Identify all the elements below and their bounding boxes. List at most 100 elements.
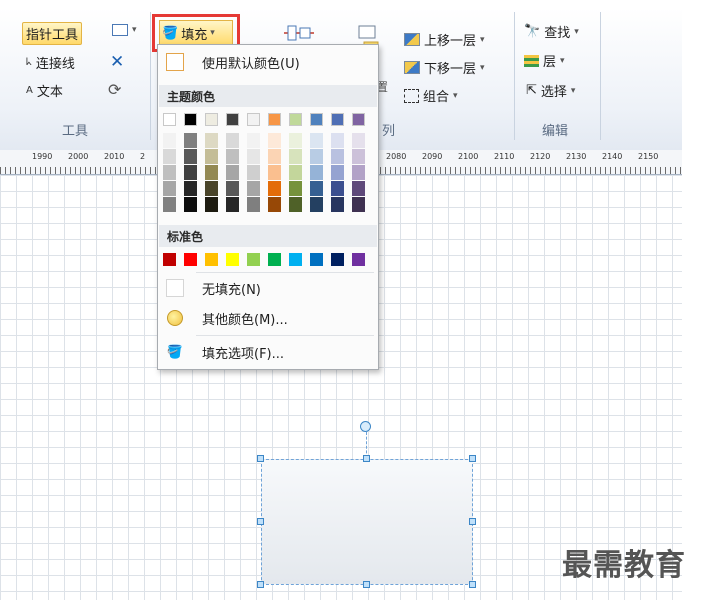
theme-shade-swatch[interactable] — [205, 181, 218, 196]
resize-handle-s[interactable] — [363, 581, 370, 588]
resize-handle-e[interactable] — [469, 518, 476, 525]
theme-shade-swatch[interactable] — [184, 165, 197, 180]
standard-color-swatch[interactable] — [205, 253, 218, 266]
connector-button[interactable]: ᖾ 连接线 — [26, 53, 75, 72]
theme-shade-swatch[interactable] — [352, 197, 365, 212]
rectangle-shape-button[interactable]: ▾ — [112, 24, 137, 36]
standard-color-swatch[interactable] — [163, 253, 176, 266]
resize-handle-ne[interactable] — [469, 455, 476, 462]
theme-shade-swatch[interactable] — [289, 181, 302, 196]
theme-shade-swatch[interactable] — [205, 133, 218, 148]
fill-options-item[interactable]: 🪣 填充选项(F)... — [158, 339, 378, 365]
theme-shade-swatch[interactable] — [331, 133, 344, 148]
standard-color-swatch[interactable] — [184, 253, 197, 266]
no-fill-item[interactable]: 无填充(N) — [158, 275, 378, 301]
theme-shade-swatch[interactable] — [268, 133, 281, 148]
theme-shade-swatch[interactable] — [289, 133, 302, 148]
theme-shade-swatch[interactable] — [205, 165, 218, 180]
resize-handle-nw[interactable] — [257, 455, 264, 462]
standard-color-swatch[interactable] — [268, 253, 281, 266]
resize-handle-n[interactable] — [363, 455, 370, 462]
theme-shade-swatch[interactable] — [268, 197, 281, 212]
theme-shade-swatch[interactable] — [247, 133, 260, 148]
use-default-color-item[interactable]: 使用默认颜色(U) — [158, 49, 378, 75]
ribbon-separator — [600, 12, 601, 140]
theme-shade-swatch[interactable] — [289, 149, 302, 164]
delete-button[interactable]: ✕ — [110, 52, 124, 72]
theme-color-swatch[interactable] — [331, 113, 344, 126]
theme-shade-swatch[interactable] — [247, 181, 260, 196]
theme-shade-swatch[interactable] — [205, 197, 218, 212]
standard-color-swatch[interactable] — [331, 253, 344, 266]
theme-shade-swatch[interactable] — [310, 165, 323, 180]
theme-shade-swatch[interactable] — [226, 133, 239, 148]
theme-shade-swatch[interactable] — [247, 165, 260, 180]
fill-button[interactable]: 🪣 填充 ▾ — [159, 20, 233, 46]
theme-shade-swatch[interactable] — [268, 165, 281, 180]
theme-shade-swatch[interactable] — [226, 197, 239, 212]
theme-shade-swatch[interactable] — [247, 149, 260, 164]
send-backward-icon — [404, 61, 420, 74]
theme-shade-swatch[interactable] — [226, 181, 239, 196]
theme-shade-swatch[interactable] — [352, 181, 365, 196]
group-button[interactable]: 组合 ▾ — [404, 86, 458, 105]
theme-shade-swatch[interactable] — [226, 165, 239, 180]
theme-color-swatch[interactable] — [310, 113, 323, 126]
theme-shade-swatch[interactable] — [331, 149, 344, 164]
theme-shade-swatch[interactable] — [310, 197, 323, 212]
theme-shade-swatch[interactable] — [352, 149, 365, 164]
pointer-tool-button[interactable]: 指针工具 — [22, 22, 83, 45]
theme-shade-swatch[interactable] — [163, 197, 176, 212]
theme-shade-swatch[interactable] — [289, 165, 302, 180]
theme-color-swatch[interactable] — [247, 113, 260, 126]
theme-color-swatch[interactable] — [352, 113, 365, 126]
theme-color-swatch[interactable] — [184, 113, 197, 126]
theme-shade-swatch[interactable] — [184, 149, 197, 164]
more-colors-item[interactable]: 其他颜色(M)... — [158, 305, 378, 331]
theme-shade-swatch[interactable] — [184, 181, 197, 196]
theme-shade-swatch[interactable] — [226, 149, 239, 164]
standard-color-swatch[interactable] — [226, 253, 239, 266]
bring-forward-button[interactable]: 上移一层 ▾ — [404, 30, 485, 49]
theme-shade-swatch[interactable] — [247, 197, 260, 212]
theme-shade-swatch[interactable] — [331, 181, 344, 196]
theme-shade-swatch[interactable] — [163, 181, 176, 196]
text-tool-button[interactable]: A 文本 — [26, 81, 63, 100]
resize-handle-se[interactable] — [469, 581, 476, 588]
theme-shade-swatch[interactable] — [331, 197, 344, 212]
standard-color-swatch[interactable] — [247, 253, 260, 266]
theme-color-swatch[interactable] — [289, 113, 302, 126]
theme-shade-swatch[interactable] — [163, 133, 176, 148]
theme-shade-swatch[interactable] — [352, 133, 365, 148]
find-button[interactable]: 🔭 查找 ▾ — [524, 22, 579, 41]
align-icon[interactable] — [282, 22, 316, 44]
resize-handle-sw[interactable] — [257, 581, 264, 588]
selected-rectangle-shape[interactable] — [261, 459, 473, 585]
rotate-button[interactable]: ⟳ — [108, 80, 121, 99]
rotation-handle[interactable] — [360, 421, 371, 432]
theme-shade-swatch[interactable] — [331, 165, 344, 180]
theme-shade-swatch[interactable] — [163, 165, 176, 180]
theme-shade-swatch[interactable] — [289, 197, 302, 212]
theme-shade-swatch[interactable] — [310, 181, 323, 196]
theme-shade-swatch[interactable] — [268, 181, 281, 196]
theme-shade-swatch[interactable] — [184, 133, 197, 148]
theme-shade-swatch[interactable] — [310, 149, 323, 164]
send-backward-button[interactable]: 下移一层 ▾ — [404, 58, 485, 77]
layers-button[interactable]: 层 ▾ — [524, 51, 565, 70]
theme-shade-swatch[interactable] — [352, 165, 365, 180]
standard-color-swatch[interactable] — [289, 253, 302, 266]
theme-color-swatch[interactable] — [163, 113, 176, 126]
theme-color-swatch[interactable] — [268, 113, 281, 126]
theme-shade-swatch[interactable] — [163, 149, 176, 164]
select-button[interactable]: ⇱ 选择 ▾ — [526, 81, 575, 100]
theme-color-swatch[interactable] — [226, 113, 239, 126]
theme-shade-swatch[interactable] — [184, 197, 197, 212]
resize-handle-w[interactable] — [257, 518, 264, 525]
theme-shade-swatch[interactable] — [268, 149, 281, 164]
theme-shade-swatch[interactable] — [310, 133, 323, 148]
theme-color-swatch[interactable] — [205, 113, 218, 126]
theme-shade-swatch[interactable] — [205, 149, 218, 164]
standard-color-swatch[interactable] — [352, 253, 365, 266]
standard-color-swatch[interactable] — [310, 253, 323, 266]
